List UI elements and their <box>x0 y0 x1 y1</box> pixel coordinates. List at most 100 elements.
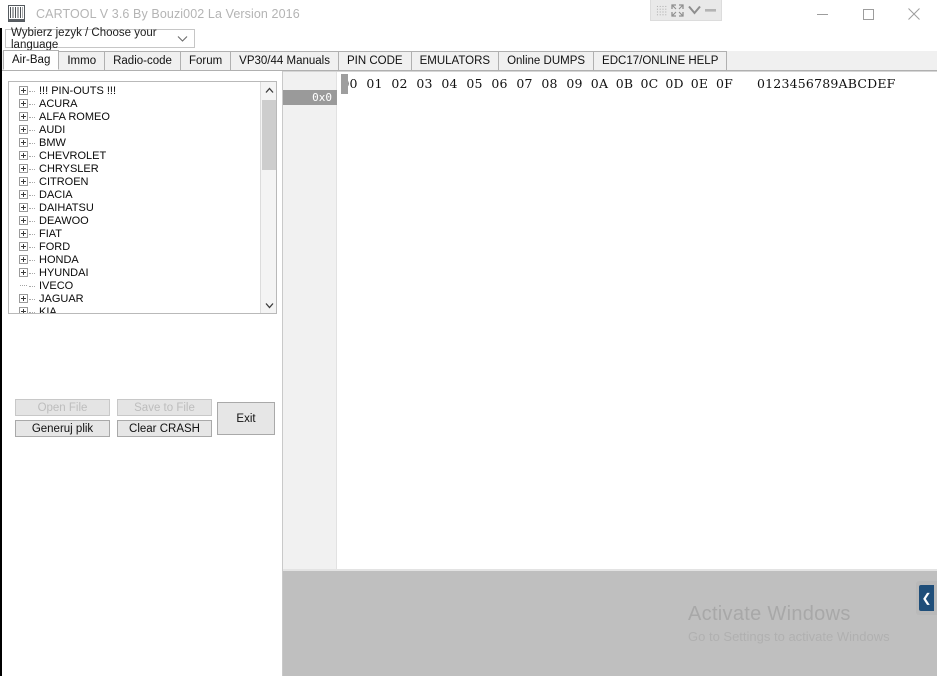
maximize-icon[interactable] <box>845 0 891 28</box>
tree-connector <box>29 117 35 118</box>
tree-item[interactable]: KIA <box>9 305 261 314</box>
vehicle-make-tree[interactable]: !!! PIN-OUTS !!! ACURA ALFA ROMEO AUDI BMW CH… <box>8 81 277 314</box>
tree-connector <box>29 221 35 222</box>
tree-item[interactable]: BMW <box>9 136 261 149</box>
tree-connector <box>29 286 35 287</box>
tree-connector <box>29 273 35 274</box>
tree-connector <box>29 208 35 209</box>
expand-plus-icon[interactable] <box>19 203 28 212</box>
save-to-file-button[interactable]: Save to File <box>117 399 212 416</box>
tree-connector <box>29 299 35 300</box>
scroll-up-arrow[interactable] <box>261 82 276 98</box>
tree-item[interactable]: !!! PIN-OUTS !!! <box>9 84 261 97</box>
tree-item[interactable]: ACURA <box>9 97 261 110</box>
expand-plus-icon[interactable] <box>19 190 28 199</box>
tab-emulators[interactable]: EMULATORS <box>410 51 500 70</box>
expand-plus-icon[interactable] <box>19 151 28 160</box>
tree-item[interactable]: DACIA <box>9 188 261 201</box>
hex-column-header: 00 01 02 03 04 05 06 07 08 09 0A 0B 0C 0D 0E 0F 01234567… <box>337 72 937 94</box>
tree-item-label: KIA <box>39 305 57 314</box>
hex-col-header: 03 <box>416 75 433 91</box>
expand-plus-icon[interactable] <box>19 255 28 264</box>
tree-scrollbar[interactable] <box>260 82 276 313</box>
tree-item[interactable]: CHEVROLET <box>9 149 261 162</box>
tree-item-label: JAGUAR <box>39 292 84 305</box>
hex-col-header: 07 <box>516 75 533 91</box>
tree-item[interactable]: IVECO <box>9 279 261 292</box>
hex-col-header: 0E <box>690 75 709 91</box>
tab-pin-code[interactable]: PIN CODE <box>337 51 412 70</box>
tree-item-label: BMW <box>39 136 66 149</box>
tree-connector <box>29 104 35 105</box>
tree-item-label: CHEVROLET <box>39 149 107 162</box>
hex-col-header: 02 <box>391 75 408 91</box>
tree-item[interactable]: DAIHATSU <box>9 201 261 214</box>
tree-item[interactable]: AUDI <box>9 123 261 136</box>
tab-air-bag[interactable]: Air-Bag <box>3 50 60 70</box>
expand-arrows-icon[interactable] <box>670 2 684 19</box>
tree-connector <box>29 91 35 92</box>
tab-edc17-online-help[interactable]: EDC17/ONLINE HELP <box>593 51 728 70</box>
tree-scrollbar-thumb[interactable] <box>262 100 276 170</box>
tree-item[interactable]: FORD <box>9 240 261 253</box>
tree-connector <box>29 195 35 196</box>
tab-radio-code[interactable]: Radio-code <box>104 51 181 70</box>
hex-col-header: 06 <box>491 75 508 91</box>
tab-online-dumps[interactable]: Online DUMPS <box>498 51 595 70</box>
open-file-button[interactable]: Open File <box>15 399 110 416</box>
chevron-down-icon[interactable] <box>687 2 702 19</box>
language-select[interactable]: Wybierz jezyk / Choose your language <box>5 27 195 51</box>
tree-item[interactable]: CHRYSLER <box>9 162 261 175</box>
expand-plus-icon[interactable] <box>19 216 28 225</box>
generuj-plik-button[interactable]: Generuj plik <box>15 420 110 437</box>
tree-item[interactable]: ALFA ROMEO <box>9 110 261 123</box>
barcode-icon <box>6 4 28 24</box>
expand-plus-icon[interactable] <box>19 294 28 303</box>
scroll-down-arrow[interactable] <box>261 297 276 313</box>
tree-item[interactable]: HYUNDAI <box>9 266 261 279</box>
expand-plus-icon[interactable] <box>19 177 28 186</box>
chevron-down-icon <box>177 34 188 46</box>
floating-mini-toolbar[interactable] <box>650 0 722 21</box>
expand-plus-icon[interactable] <box>19 268 28 277</box>
clear-crash-button[interactable]: Clear CRASH <box>117 420 212 437</box>
tab-vp30-44-manuals[interactable]: VP30/44 Manuals <box>230 51 339 70</box>
tree-connector <box>29 156 35 157</box>
close-icon[interactable] <box>891 0 937 28</box>
tree-item[interactable]: CITROEN <box>9 175 261 188</box>
minimize-dash-icon[interactable] <box>704 2 718 19</box>
tree-item-label: ACURA <box>39 97 78 110</box>
tree-item[interactable]: FIAT <box>9 227 261 240</box>
hex-col-header: 09 <box>566 75 583 91</box>
tree-item[interactable]: HONDA <box>9 253 261 266</box>
expand-plus-icon[interactable] <box>19 307 28 313</box>
expand-plus-icon[interactable] <box>19 99 28 108</box>
left-arrow-icon[interactable]: ❮ <box>916 581 937 615</box>
expand-plus-icon[interactable] <box>19 112 28 121</box>
tree-connector <box>29 143 35 144</box>
dot-grid-icon[interactable] <box>654 2 668 19</box>
expand-plus-icon[interactable] <box>19 242 28 251</box>
expand-plus-icon[interactable] <box>19 86 28 95</box>
tree-item[interactable]: DEAWOO <box>9 214 261 227</box>
exit-button[interactable]: Exit <box>217 402 275 435</box>
hex-col-header: 08 <box>541 75 558 91</box>
tab-forum[interactable]: Forum <box>179 51 232 70</box>
hex-offset-gutter: 0x0 <box>283 72 337 570</box>
tab-immo[interactable]: Immo <box>58 51 106 70</box>
tree-item-label: IVECO <box>39 279 74 292</box>
hex-col-header: 05 <box>466 75 483 91</box>
hex-content[interactable] <box>337 94 937 570</box>
expand-plus-icon[interactable] <box>19 164 28 173</box>
minimize-icon[interactable] <box>799 0 845 28</box>
tree-item-label: ALFA ROMEO <box>39 110 110 123</box>
expand-plus-icon[interactable] <box>19 138 28 147</box>
expand-plus-icon[interactable] <box>19 125 28 134</box>
tree-item-label: FORD <box>39 240 71 253</box>
expand-plus-icon[interactable] <box>19 229 28 238</box>
hex-ascii-header: 0123456789ABCDEF <box>757 75 896 91</box>
hex-col-header: 04 <box>441 75 458 91</box>
hex-col-header: 01 <box>366 75 383 91</box>
tree-item-label: FIAT <box>39 227 63 240</box>
tree-item[interactable]: JAGUAR <box>9 292 261 305</box>
